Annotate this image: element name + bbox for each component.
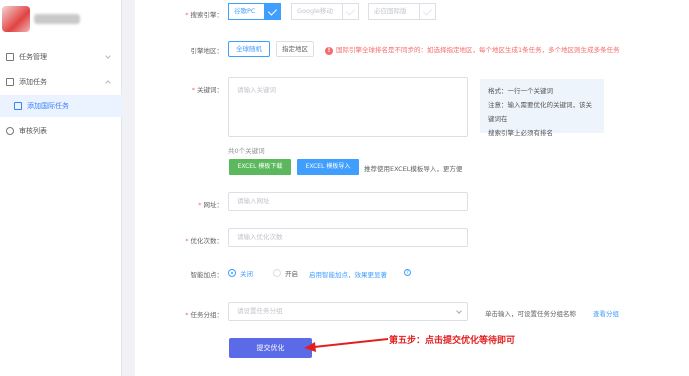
keywords-textarea[interactable]: 请输入关键词 [228,77,468,137]
times-label: * 优化次数： [185,237,223,245]
group-hint: 单击输入，可设置任务分组名称 [485,310,576,318]
excel-hint: 推荐使用EXCEL模板导入，更方便 [364,165,463,173]
eye-icon [6,127,14,135]
excel-import-button[interactable]: EXCEL 模板导入 [297,159,359,175]
region-label: 引擎地区： [190,47,224,55]
region-specify-button[interactable]: 指定地区 [276,41,314,57]
keyword-count: 共0个关键词 [228,147,265,155]
engine-bing-intl[interactable]: 必应国际版 [368,3,436,20]
radio-selected-icon [228,269,236,277]
engine-google-pc[interactable]: 谷歌PC [228,3,281,20]
excel-download-button[interactable]: EXCEL 模板下载 [229,159,291,175]
url-placeholder: 请输入网址 [237,197,270,205]
smart-label: 智能加点： [190,271,224,279]
group-select[interactable]: 请设置任务分组 [228,302,468,321]
checkbox-icon [419,4,435,19]
sidebar-item-add-intl-task[interactable]: 添加国际任务 [0,95,122,117]
smart-off-radio[interactable]: 关闭 [228,268,253,278]
help-icon[interactable]: ? [404,269,411,276]
sidebar-item-add-task[interactable]: 添加任务 [0,71,122,93]
checkbox-checked-icon [264,4,280,19]
grid-icon [6,78,14,86]
group-placeholder: 请设置任务分组 [237,307,283,315]
times-input[interactable]: 请输入优化次数 [228,228,468,247]
region-random-button[interactable]: 全球随机 [228,41,270,57]
sidebar-item-task-management[interactable]: 任务管理 [0,46,122,68]
radio-icon [273,269,281,277]
chevron-down-icon [105,53,111,59]
keywords-tip: 格式：一行一个关键词 注意：输入需要优化的关键词，该关键词在 搜索引擎上必须有排… [480,79,604,137]
sidebar-item-review-list[interactable]: 审核列表 [0,120,122,142]
url-label: * 网址： [198,201,223,209]
chevron-down-icon [456,308,462,314]
checkbox-icon [342,4,358,19]
engine-google-mobile[interactable]: Google移动 [291,3,359,20]
document-icon [14,102,22,110]
sidebar-item-label: 任务管理 [19,53,47,61]
region-warning: ! 国际引擎全球排名是不同步的：如选择指定地区，每个地区生成1条任务，多个地区则生… [325,44,689,55]
times-placeholder: 请输入优化次数 [237,233,283,241]
sidebar-item-label: 审核列表 [19,127,47,135]
tip-line: 格式：一行一个关键词 [488,87,553,95]
group-label: * 任务分组： [185,311,223,319]
file-icon [6,53,14,61]
smart-on-radio[interactable]: 开启 [273,268,298,278]
annotation-text: 第五步：点击提交优化等待即可 [389,336,516,346]
engine-label: * 搜索引擎： [185,11,223,19]
logo [2,6,30,32]
url-input[interactable]: 请输入网址 [228,192,468,211]
annotation-arrow [304,338,389,352]
smart-link[interactable]: 启用智能加点，效果更显著 [309,269,387,279]
chevron-up-icon [105,80,111,86]
keywords-placeholder: 请输入关键词 [237,86,276,94]
account-name-blurred [34,14,80,24]
view-group-link[interactable]: 查看分组 [593,308,619,318]
sidebar-item-label: 添加任务 [19,78,47,86]
tip-line: 注意：输入需要优化的关键词，该关键词在 [488,101,592,123]
keywords-label: * 关键词： [191,86,223,94]
sidebar-item-label: 添加国际任务 [27,102,69,110]
task-form: * 搜索引擎： 谷歌PC Google移动 必应国际版 引擎地区： 全球随机 指定… [135,0,689,376]
sidebar: 任务管理 添加任务 添加国际任务 审核列表 [0,0,122,376]
tip-line: 搜索引擎上必须有排名 [488,129,553,137]
alert-icon: ! [325,47,333,55]
